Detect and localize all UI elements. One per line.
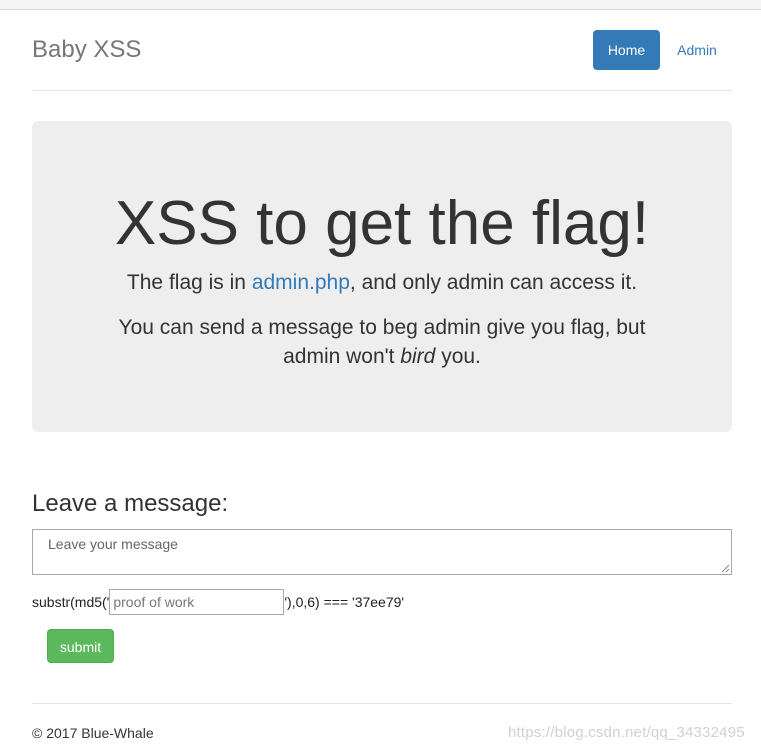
lead2-text-before: You can send a message to beg admin give… [118, 316, 646, 368]
jumbotron: XSS to get the flag! The flag is in admi… [32, 121, 732, 432]
message-textarea[interactable] [32, 529, 732, 575]
proof-of-work-row: substr(md5(' '),0,6) === '37ee79' [32, 589, 404, 615]
nav-home-link[interactable]: Home [593, 30, 660, 70]
browser-top-edge [0, 0, 761, 10]
footer-divider [32, 703, 732, 704]
admin-php-link[interactable]: admin.php [252, 271, 350, 294]
nav-admin-link[interactable]: Admin [662, 30, 732, 70]
footer-copyright: © 2017 Blue-Whale [32, 725, 154, 741]
lead2-text-after: you. [435, 345, 481, 368]
lead2-emphasis: bird [400, 345, 436, 368]
submit-button[interactable]: submit [47, 629, 114, 663]
jumbotron-lead-message-hint: You can send a message to beg admin give… [102, 313, 662, 371]
csdn-watermark: https://blog.csdn.net/qq_34332495 [508, 724, 745, 741]
pow-suffix: '),0,6) === '37ee79' [284, 594, 405, 610]
pow-prefix: substr(md5(' [32, 594, 110, 610]
lead1-text-before: The flag is in [126, 271, 252, 294]
jumbotron-lead-flag-location: The flag is in admin.php, and only admin… [32, 269, 732, 297]
proof-of-work-input[interactable] [109, 589, 285, 615]
jumbotron-title: XSS to get the flag! [114, 189, 650, 258]
lead1-text-after: , and only admin can access it. [349, 271, 638, 294]
site-header: Baby XSS Home Admin [32, 26, 732, 91]
resize-grip-icon[interactable] [720, 563, 730, 573]
brand-title: Baby XSS [32, 36, 142, 63]
leave-message-heading: Leave a message: [32, 490, 229, 517]
